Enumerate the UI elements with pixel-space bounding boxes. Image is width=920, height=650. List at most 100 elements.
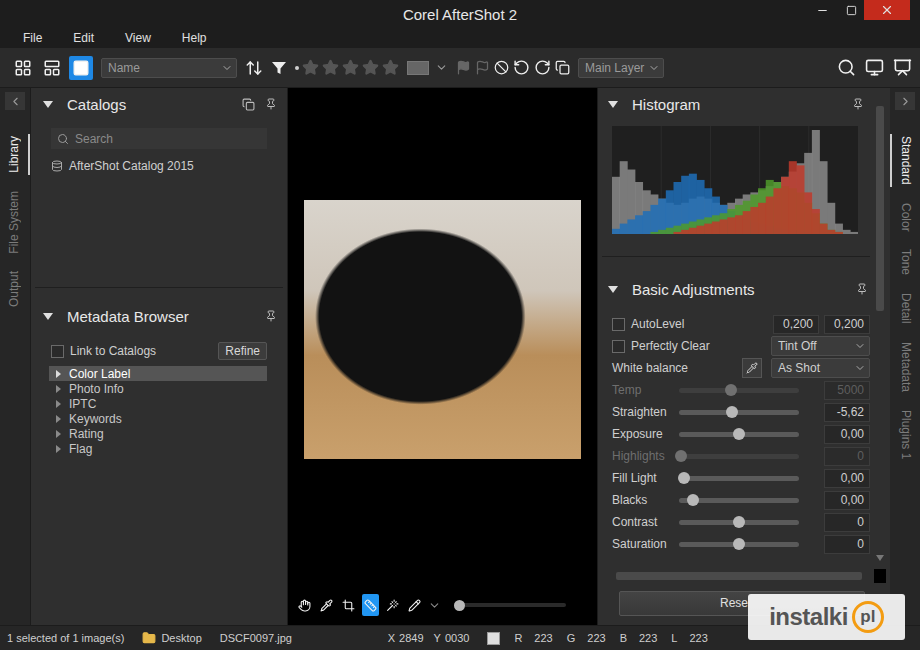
value-field[interactable]: 0 bbox=[824, 535, 870, 554]
minimize-button[interactable] bbox=[806, 0, 838, 20]
zoom-thumb[interactable] bbox=[454, 600, 465, 611]
tool-button[interactable] bbox=[384, 594, 401, 616]
slider-thumb[interactable] bbox=[678, 472, 690, 484]
fullscreen-icon[interactable] bbox=[893, 58, 912, 77]
tree-item[interactable]: IPTC bbox=[49, 396, 267, 411]
side-tab[interactable]: Detail bbox=[890, 291, 920, 326]
slider-thumb[interactable] bbox=[733, 516, 745, 528]
maximize-button[interactable] bbox=[838, 0, 864, 20]
slider-track[interactable] bbox=[679, 476, 799, 481]
vertical-scrollbar[interactable] bbox=[874, 88, 886, 567]
view-mode-button[interactable] bbox=[69, 56, 93, 80]
tree-caret[interactable] bbox=[56, 370, 61, 378]
refine-button[interactable]: Refine bbox=[218, 342, 267, 360]
zoom-slider[interactable] bbox=[454, 603, 566, 607]
chevron-down-icon[interactable] bbox=[435, 61, 448, 74]
scroll-thumb[interactable] bbox=[876, 106, 884, 311]
tree-item[interactable]: Flag bbox=[49, 441, 267, 456]
star-icon[interactable] bbox=[302, 59, 319, 76]
filter-icon[interactable] bbox=[271, 60, 287, 76]
expand-caret[interactable] bbox=[608, 286, 618, 293]
tool-button[interactable] bbox=[362, 594, 379, 616]
eyedropper-button[interactable] bbox=[742, 358, 762, 378]
slider-track[interactable] bbox=[679, 520, 799, 525]
star-icon[interactable] bbox=[362, 59, 379, 76]
collapse-left-button[interactable] bbox=[5, 92, 25, 110]
layer-dropdown[interactable]: Main Layer bbox=[578, 58, 664, 78]
star-icon[interactable] bbox=[382, 59, 399, 76]
pin-icon[interactable] bbox=[852, 98, 864, 110]
panel-header[interactable]: Catalogs bbox=[35, 88, 283, 120]
menu-item[interactable]: File bbox=[23, 31, 42, 45]
side-tab[interactable]: Metadata bbox=[890, 340, 920, 394]
no-rating-dot[interactable] bbox=[295, 66, 299, 70]
slider-thumb[interactable] bbox=[687, 494, 699, 506]
slider-thumb[interactable] bbox=[733, 428, 745, 440]
sort-dropdown[interactable]: Name bbox=[101, 58, 237, 78]
side-tab[interactable]: Plugins 1 bbox=[890, 408, 920, 461]
star-icon[interactable] bbox=[342, 59, 359, 76]
tree-caret[interactable] bbox=[56, 430, 61, 438]
side-tab[interactable]: File System bbox=[0, 189, 30, 256]
sort-order-icon[interactable] bbox=[245, 59, 263, 77]
menu-item[interactable]: Edit bbox=[73, 31, 94, 45]
pin-icon[interactable] bbox=[265, 98, 277, 110]
tool-button[interactable] bbox=[296, 594, 313, 616]
value-field[interactable]: 0,00 bbox=[824, 469, 870, 488]
expand-caret[interactable] bbox=[43, 101, 53, 108]
checkbox[interactable] bbox=[612, 318, 625, 331]
tree-caret[interactable] bbox=[56, 445, 61, 453]
tree-caret[interactable] bbox=[56, 400, 61, 408]
side-tab[interactable]: Tone bbox=[890, 247, 920, 277]
close-button[interactable] bbox=[864, 0, 910, 20]
tool-button[interactable] bbox=[406, 594, 423, 616]
slider-track[interactable] bbox=[679, 542, 799, 547]
menu-item[interactable]: Help bbox=[182, 31, 207, 45]
value-field[interactable]: -5,62 bbox=[824, 403, 870, 422]
view-mode-button[interactable] bbox=[11, 56, 35, 80]
more-tools-icon[interactable] bbox=[428, 599, 441, 612]
tree-caret[interactable] bbox=[56, 415, 61, 423]
copy-icon[interactable] bbox=[555, 60, 570, 75]
pin-icon[interactable] bbox=[856, 283, 868, 295]
menu-item[interactable]: View bbox=[125, 31, 151, 45]
expand-caret[interactable] bbox=[608, 101, 618, 108]
slider-thumb[interactable] bbox=[726, 406, 738, 418]
value-field[interactable]: 0,00 bbox=[824, 491, 870, 510]
reject-icon[interactable] bbox=[494, 60, 509, 75]
scroll-thumb[interactable] bbox=[616, 572, 862, 580]
value-field[interactable]: 0 bbox=[824, 513, 870, 532]
panel-header[interactable]: Metadata Browser bbox=[35, 300, 283, 332]
panel-header[interactable]: Basic Adjustments bbox=[598, 273, 874, 305]
tree-item[interactable]: Rating bbox=[49, 426, 267, 441]
slider-track[interactable] bbox=[679, 432, 799, 437]
checkbox[interactable] bbox=[612, 340, 625, 353]
tint-dropdown[interactable]: Tint Off bbox=[771, 336, 870, 356]
side-tab[interactable]: Standard bbox=[890, 134, 920, 187]
white-balance-dropdown[interactable]: As Shot bbox=[771, 358, 870, 378]
rotate-left-icon[interactable] bbox=[513, 59, 530, 76]
tree-caret[interactable] bbox=[56, 385, 61, 393]
slider-track[interactable] bbox=[679, 410, 799, 415]
value-field[interactable]: 0,00 bbox=[824, 425, 870, 444]
catalog-item[interactable]: AfterShot Catalog 2015 bbox=[35, 157, 283, 175]
pick-flag-icon[interactable] bbox=[456, 60, 471, 75]
view-mode-button[interactable] bbox=[40, 56, 64, 80]
scroll-track[interactable] bbox=[602, 572, 862, 580]
tree-item[interactable]: Photo Info bbox=[49, 381, 267, 396]
rotate-right-icon[interactable] bbox=[534, 59, 551, 76]
tree-item[interactable]: Keywords bbox=[49, 411, 267, 426]
checkbox[interactable] bbox=[51, 345, 64, 358]
slideshow-icon[interactable] bbox=[865, 58, 884, 77]
slider-track[interactable] bbox=[679, 498, 799, 503]
side-tab[interactable]: Library bbox=[0, 134, 30, 175]
collapse-right-button[interactable] bbox=[895, 92, 915, 110]
search-input[interactable] bbox=[73, 131, 261, 147]
value-field[interactable]: 0,200 bbox=[824, 315, 870, 334]
unflag-icon[interactable] bbox=[475, 60, 490, 75]
tool-button[interactable] bbox=[318, 594, 335, 616]
value-field[interactable]: 0,200 bbox=[773, 315, 819, 334]
side-tab[interactable]: Color bbox=[890, 201, 920, 234]
tool-button[interactable] bbox=[340, 594, 357, 616]
star-icon[interactable] bbox=[322, 59, 339, 76]
